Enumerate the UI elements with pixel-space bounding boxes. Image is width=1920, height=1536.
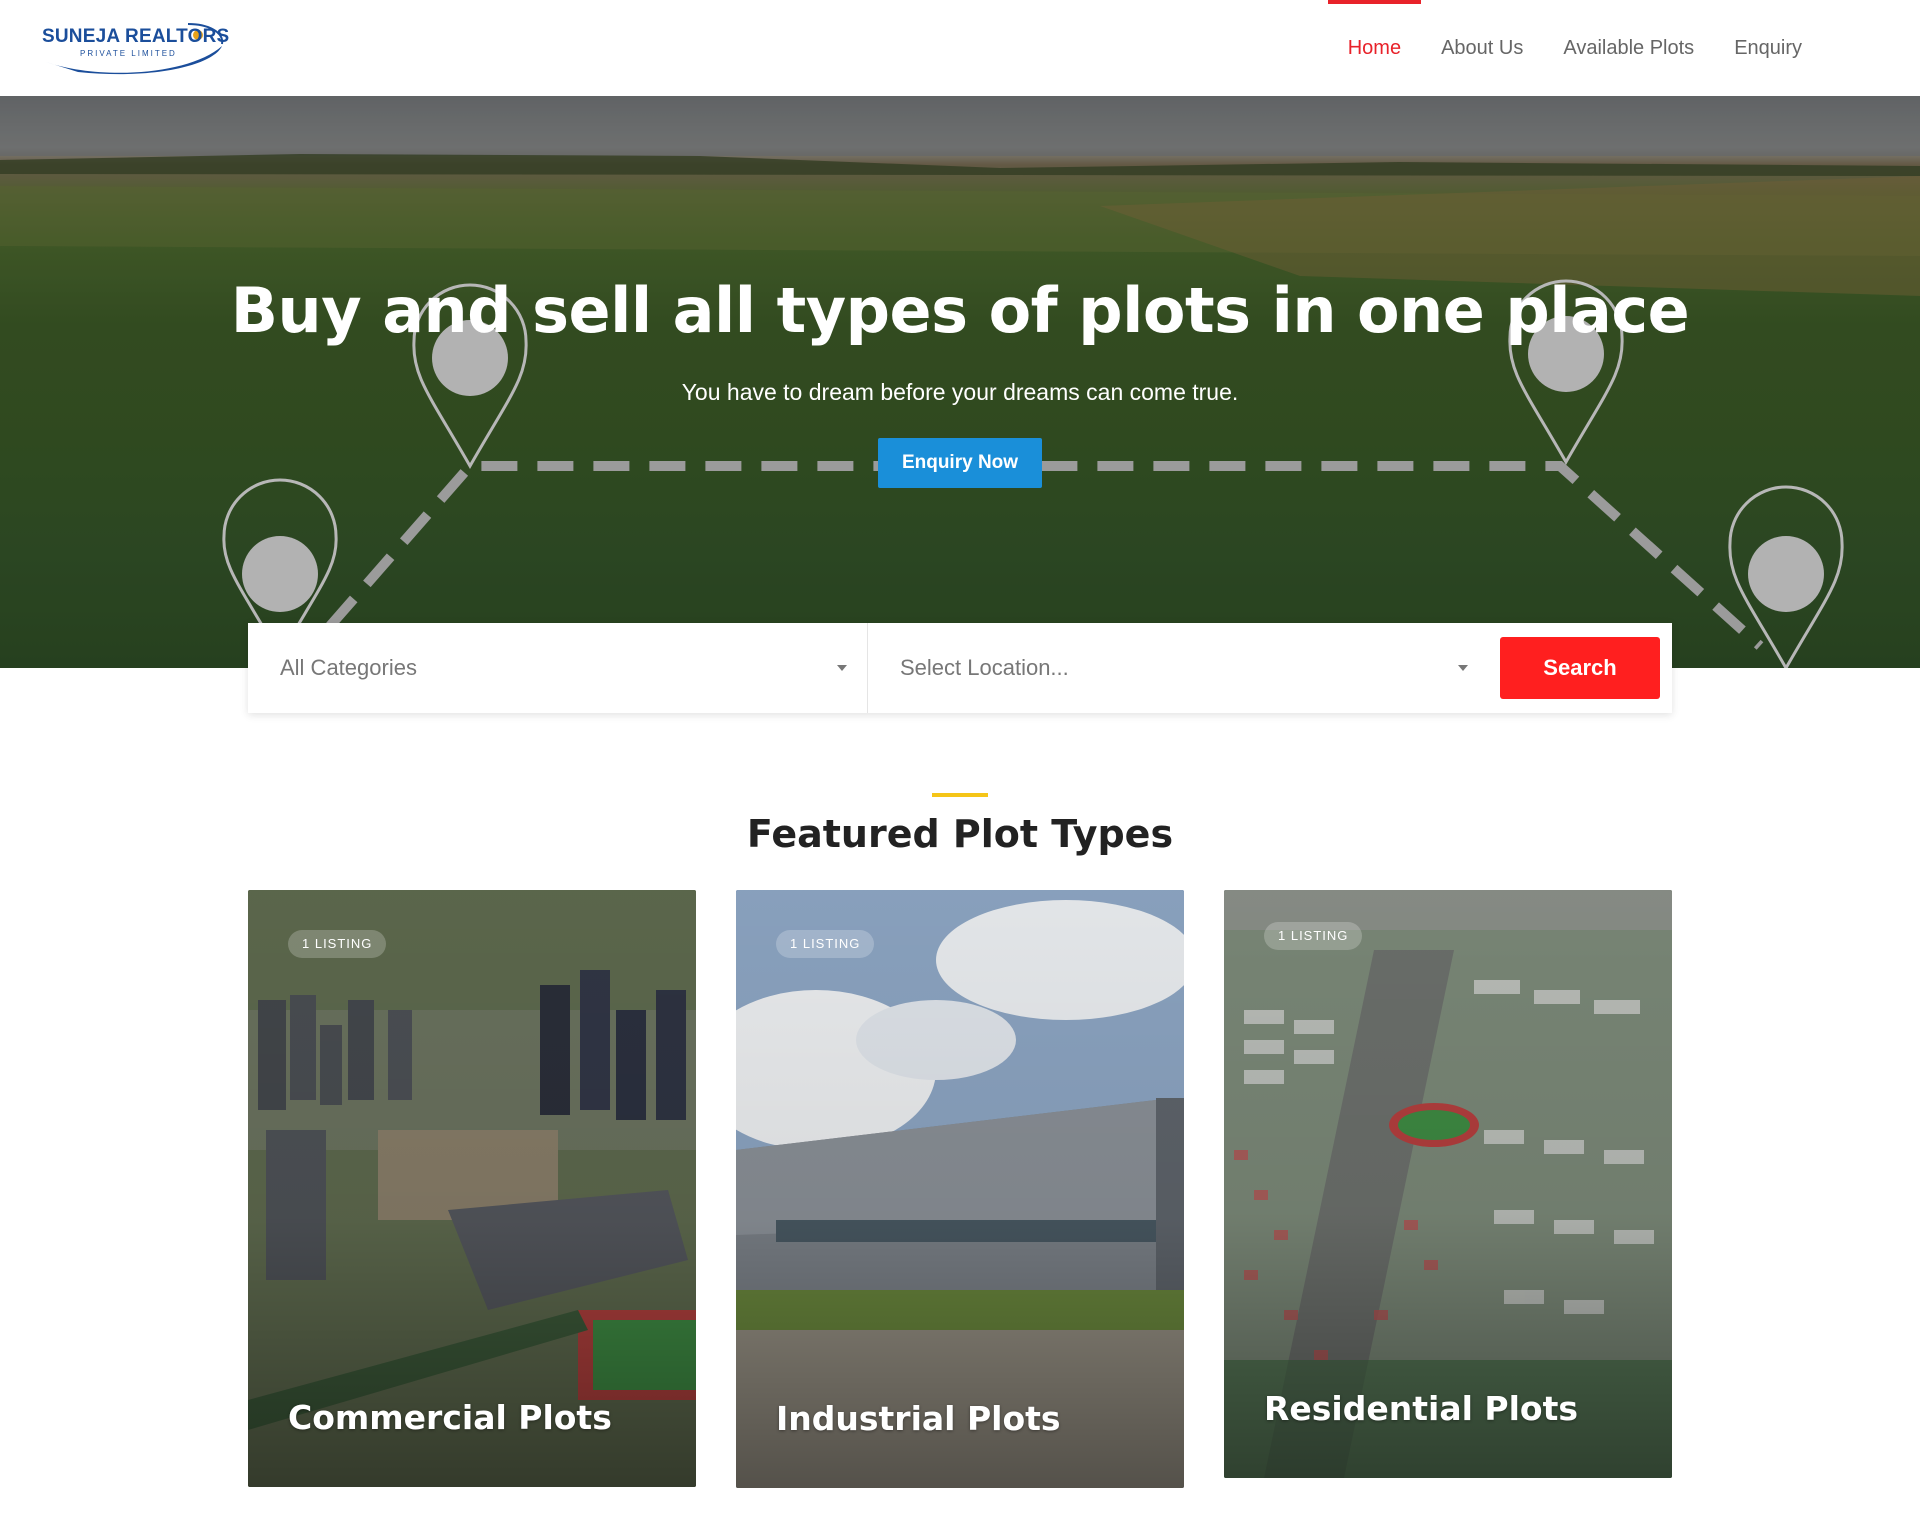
plot-type-card-commercial[interactable]: 1 LISTING Commercial Plots xyxy=(248,890,696,1487)
search-button[interactable]: Search xyxy=(1500,637,1660,699)
site-header: SUNEJA REALTORS PRIVATE LIMITED Home Abo… xyxy=(0,0,1920,96)
main-nav: Home About Us Available Plots Enquiry xyxy=(1327,0,1802,96)
plot-type-card-residential[interactable]: 1 LISTING Residential Plots xyxy=(1224,890,1672,1478)
category-select[interactable]: All Categories xyxy=(248,623,868,713)
enquiry-now-button[interactable]: Enquiry Now xyxy=(878,438,1042,488)
category-select-value: All Categories xyxy=(280,655,417,680)
plot-search-bar: All Categories Select Location... Search xyxy=(248,623,1672,713)
section-accent-line xyxy=(932,793,988,797)
listing-count-badge: 1 LISTING xyxy=(1264,922,1363,950)
caret-down-icon xyxy=(837,665,847,671)
card-title: Commercial Plots xyxy=(288,1398,612,1437)
plot-type-card-industrial[interactable]: 1 LISTING Industrial Plots xyxy=(736,890,1184,1488)
caret-down-icon xyxy=(1458,665,1468,671)
nav-item-available-plots[interactable]: Available Plots xyxy=(1563,0,1694,96)
listing-count-badge: 1 LISTING xyxy=(776,930,875,958)
card-title: Industrial Plots xyxy=(776,1399,1061,1438)
hero-title: Buy and sell all types of plots in one p… xyxy=(230,274,1690,347)
hero-subtitle: You have to dream before your dreams can… xyxy=(681,379,1239,405)
nav-item-about-us[interactable]: About Us xyxy=(1441,0,1523,96)
location-select-placeholder: Select Location... xyxy=(900,655,1069,680)
logo-subtitle: PRIVATE LIMITED xyxy=(80,49,177,58)
featured-section-title: Featured Plot Types xyxy=(746,812,1174,856)
nav-item-home[interactable]: Home xyxy=(1327,0,1422,96)
logo-wordmark: SUNEJA REALTORS xyxy=(42,26,230,47)
brand-logo[interactable]: SUNEJA REALTORS PRIVATE LIMITED xyxy=(38,18,230,76)
location-select[interactable]: Select Location... xyxy=(868,623,1488,713)
nav-item-enquiry[interactable]: Enquiry xyxy=(1734,0,1802,96)
listing-count-badge: 1 LISTING xyxy=(288,930,387,958)
card-title: Residential Plots xyxy=(1264,1389,1578,1428)
hero-banner: Buy and sell all types of plots in one p… xyxy=(0,96,1920,668)
